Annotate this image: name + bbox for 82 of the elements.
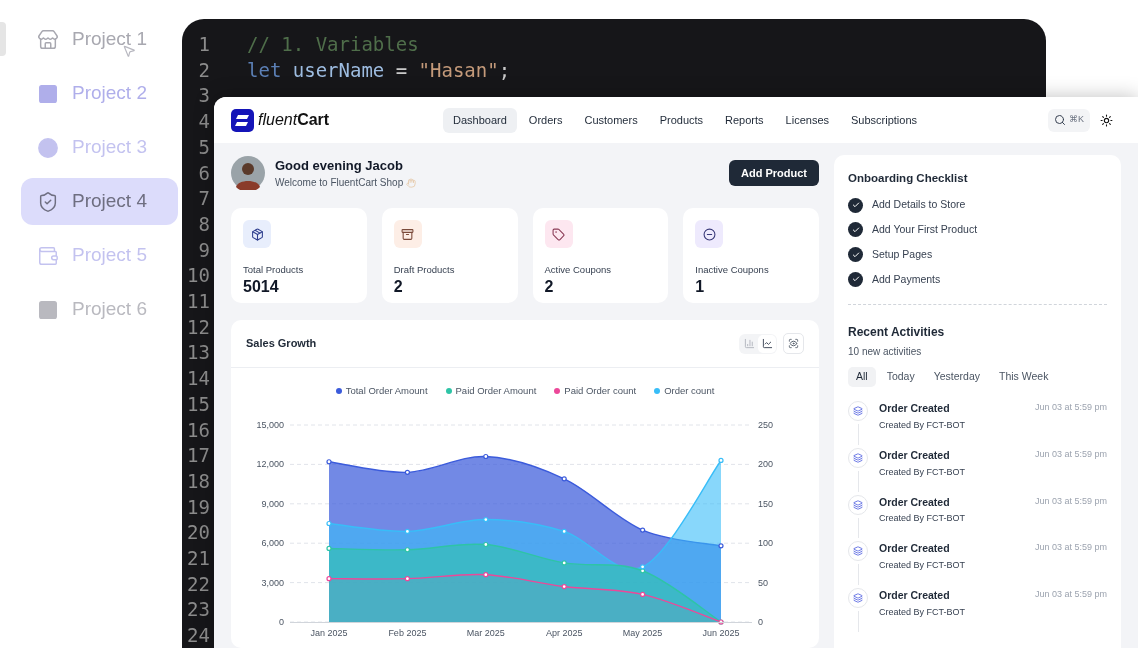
x-axis-label: Mar 2025 [466, 628, 505, 639]
line-number: 18 [186, 468, 210, 494]
legend-label: Paid Order Amount [455, 384, 537, 398]
stat-value: 2 [393, 277, 404, 298]
y-axis-label: 0 [758, 617, 763, 628]
y-axis-label: 15,000 [256, 420, 284, 431]
line-number: 1 [197, 32, 210, 57]
activity-title: Order Created [879, 494, 951, 510]
line-number: 11 [186, 289, 210, 315]
y-axis-label: 150 [758, 499, 774, 510]
activity-time: Jun 03 at 5:59 pm [1034, 541, 1107, 555]
line-number: 13 [186, 340, 210, 366]
y-axis-label: 50 [758, 577, 768, 588]
line-number: 5 [197, 134, 210, 160]
line-number: 19 [186, 494, 210, 520]
line-number: 3 [197, 83, 210, 109]
x-axis-label: Apr 2025 [545, 628, 583, 639]
line-number: 17 [186, 443, 210, 469]
line-number: 14 [186, 366, 210, 392]
activities-title: Recent Activities [848, 324, 946, 342]
activity-time: Jun 03 at 5:59 pm [1034, 447, 1107, 461]
legend-label: Total Order Amount [345, 384, 428, 398]
activity-subtitle: Created By FCT-BOT [879, 465, 967, 479]
y-axis-label: 6,000 [261, 538, 284, 549]
x-axis-label: May 2025 [622, 628, 663, 639]
checklist-item: Add Details to Store [872, 197, 966, 213]
y-axis-label: 9,000 [261, 499, 284, 510]
line-number: 7 [197, 186, 210, 212]
legend-label: Order count [664, 384, 715, 398]
checklist-item: Setup Pages [872, 246, 933, 262]
legend-label: Paid Order count [564, 384, 637, 398]
chart-title: Sales Growth [246, 336, 317, 352]
line-number: 10 [186, 263, 210, 289]
line-number: 12 [186, 314, 210, 340]
line-number: 22 [186, 571, 210, 597]
stat-label: Inactive Coupons [695, 263, 770, 277]
code-line: let userName = "Hasan"; [247, 57, 511, 83]
line-number: 6 [197, 160, 210, 186]
stat-label: Total Products [243, 263, 305, 277]
greeting-subtitle: Welcome to FluentCart Shop [275, 176, 404, 191]
activity-title: Order Created [879, 401, 951, 417]
line-number: 16 [186, 417, 210, 443]
stat-value: 1 [695, 277, 706, 298]
line-number: 9 [197, 237, 210, 263]
y-axis-label: 0 [279, 617, 284, 628]
line-number: 21 [186, 546, 210, 572]
code-line: // 1. Variables [247, 32, 419, 57]
stat-value: 5014 [243, 277, 280, 298]
activity-subtitle: Created By FCT-BOT [879, 559, 967, 573]
y-axis-label: 12,000 [256, 459, 284, 470]
logo-text: fluentCart [258, 110, 330, 130]
activity-subtitle: Created By FCT-BOT [879, 605, 967, 619]
activity-time: Jun 03 at 5:59 pm [1034, 588, 1107, 601]
y-axis-label: 3,000 [261, 577, 284, 588]
activity-title: Order Created [879, 541, 951, 557]
line-number: 23 [186, 597, 210, 623]
x-axis-label: Jan 2025 [310, 628, 348, 639]
line-number: 15 [186, 391, 210, 417]
activity-subtitle: Created By FCT-BOT [879, 512, 967, 526]
line-number: 4 [197, 109, 210, 135]
line-number: 2 [197, 57, 210, 83]
activity-time: Jun 03 at 5:59 pm [1034, 494, 1107, 508]
y-axis-label: 100 [758, 538, 774, 549]
activity-title: Order Created [879, 447, 951, 463]
line-number: 24 [186, 623, 210, 648]
line-number: 20 [186, 520, 210, 546]
checklist-title: Onboarding Checklist [848, 171, 969, 186]
y-axis-label: 200 [758, 459, 774, 470]
activity-subtitle: Created By FCT-BOT [879, 419, 967, 432]
x-axis-label: Feb 2025 [388, 628, 427, 639]
activity-time: Jun 03 at 5:59 pm [1034, 401, 1107, 415]
activity-title: Order Created [879, 588, 951, 603]
checklist-item: Add Payments [872, 271, 941, 287]
greeting-title: Good evening Jacob [275, 156, 404, 175]
stat-label: Draft Products [393, 263, 456, 277]
stat-value: 2 [544, 277, 555, 298]
activities-count: 10 new activities [848, 345, 923, 360]
checklist-item: Add Your First Product [872, 222, 978, 237]
stat-label: Active Coupons [544, 263, 613, 277]
y-axis-label: 250 [758, 420, 774, 431]
line-number: 8 [197, 211, 210, 237]
x-axis-label: Jun 2025 [702, 628, 740, 639]
